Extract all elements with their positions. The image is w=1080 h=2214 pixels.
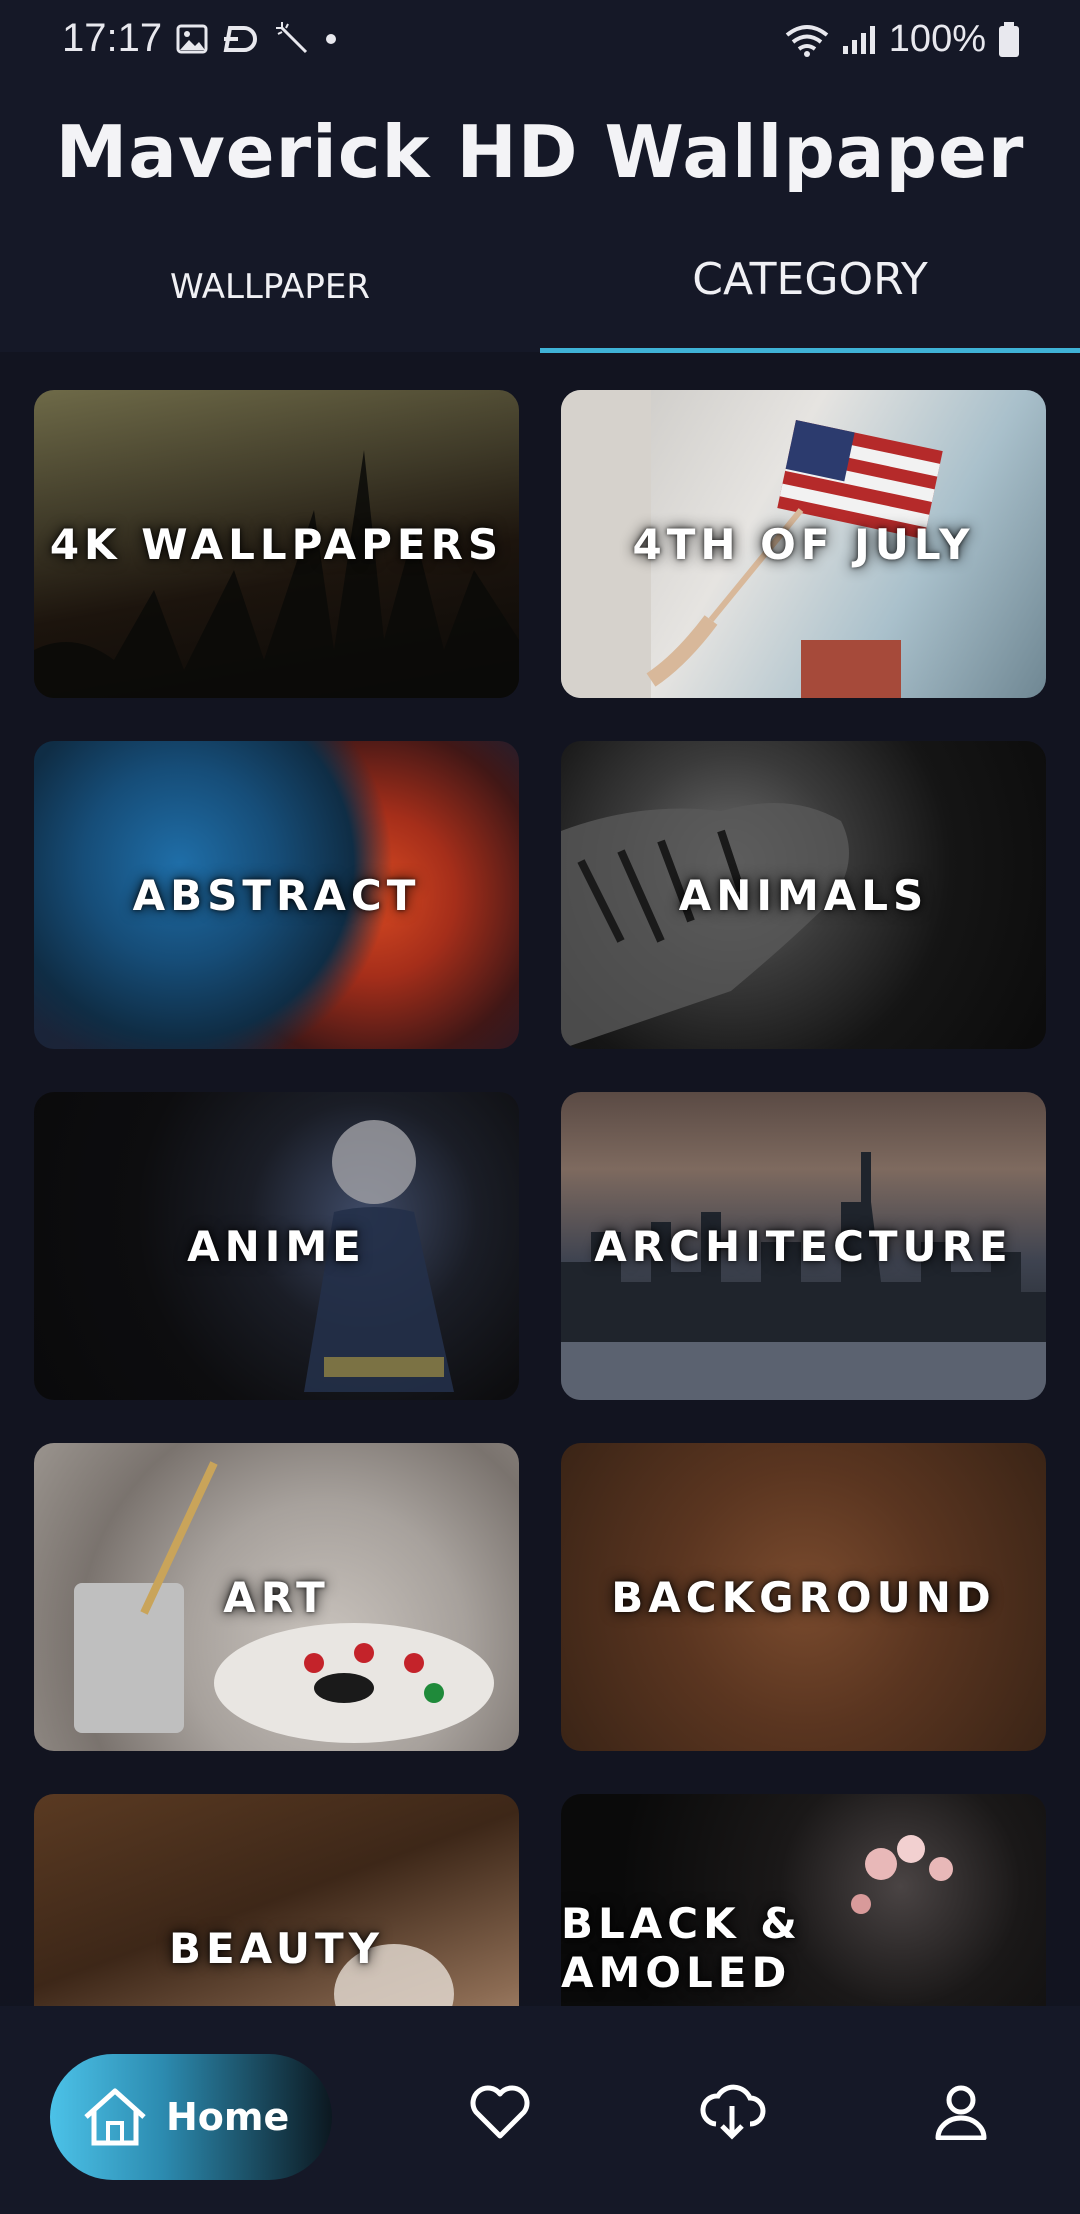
category-tile-anime[interactable]: ANIME <box>34 1092 519 1400</box>
app-header: Maverick HD Wallpaper WALLPAPER CATEGORY <box>0 82 1080 353</box>
category-label: 4TH OF JULY <box>632 519 975 569</box>
dot-icon <box>326 34 336 44</box>
nav-profile-button[interactable] <box>934 2084 988 2144</box>
category-label: 4K WALLPAPERS <box>49 519 504 569</box>
category-label: ANIME <box>187 1221 366 1271</box>
status-system-icons: 100% <box>785 18 1020 61</box>
category-label: ABSTRACT <box>132 870 421 920</box>
home-icon <box>84 2088 146 2146</box>
wifi-icon <box>785 24 829 57</box>
signal-icon <box>842 25 875 54</box>
battery-percentage: 100% <box>888 18 986 60</box>
category-tile-abstract[interactable]: ABSTRACT <box>34 741 519 1049</box>
category-label: ANIMALS <box>678 870 929 920</box>
cloud-download-icon <box>700 2084 766 2140</box>
tab-category[interactable]: CATEGORY <box>540 254 1080 305</box>
nav-home-button[interactable]: Home <box>50 2054 332 2180</box>
category-label: ART <box>223 1572 330 1622</box>
nav-home-label: Home <box>166 2095 290 2139</box>
category-tile-art[interactable]: ART <box>34 1443 519 1751</box>
status-notification-icons <box>176 22 338 56</box>
category-label: BEAUTY <box>168 1923 385 1973</box>
profile-icon <box>935 2085 987 2141</box>
category-label: ARCHITECTURE <box>594 1221 1013 1271</box>
tab-wallpaper[interactable]: WALLPAPER <box>0 267 540 307</box>
heart-icon <box>470 2085 530 2139</box>
category-tile-architecture[interactable]: ARCHITECTURE <box>561 1092 1046 1400</box>
category-tile-4th-of-july[interactable]: 4TH OF JULY <box>561 390 1046 698</box>
category-tile-background[interactable]: BACKGROUND <box>561 1443 1046 1751</box>
category-tile-black-amoled[interactable]: BLACK & AMOLED <box>561 1794 1046 2006</box>
active-tab-indicator <box>540 348 1080 353</box>
status-time: 17:17 <box>62 16 163 60</box>
category-tile-4k-wallpapers[interactable]: 4K WALLPAPERS <box>34 390 519 698</box>
nav-favorites-button[interactable] <box>470 2084 530 2144</box>
app-d-icon <box>223 26 257 52</box>
image-icon <box>176 24 208 54</box>
category-label: BACKGROUND <box>611 1572 996 1622</box>
magic-wand-icon <box>276 22 308 54</box>
category-tile-animals[interactable]: ANIMALS <box>561 741 1046 1049</box>
category-grid[interactable]: 4K WALLPAPERS 4TH OF JULY ABSTRACT ANIMA… <box>34 390 1046 2006</box>
category-label: BLACK & AMOLED <box>561 1899 802 1997</box>
battery-icon <box>999 21 1019 57</box>
nav-downloads-button[interactable] <box>698 2084 766 2144</box>
page-title: Maverick HD Wallpaper <box>55 110 1025 194</box>
category-tile-beauty[interactable]: BEAUTY <box>34 1794 519 2006</box>
status-bar: 17:17 100% <box>0 0 1080 82</box>
bottom-navigation: Home <box>0 2006 1080 2214</box>
